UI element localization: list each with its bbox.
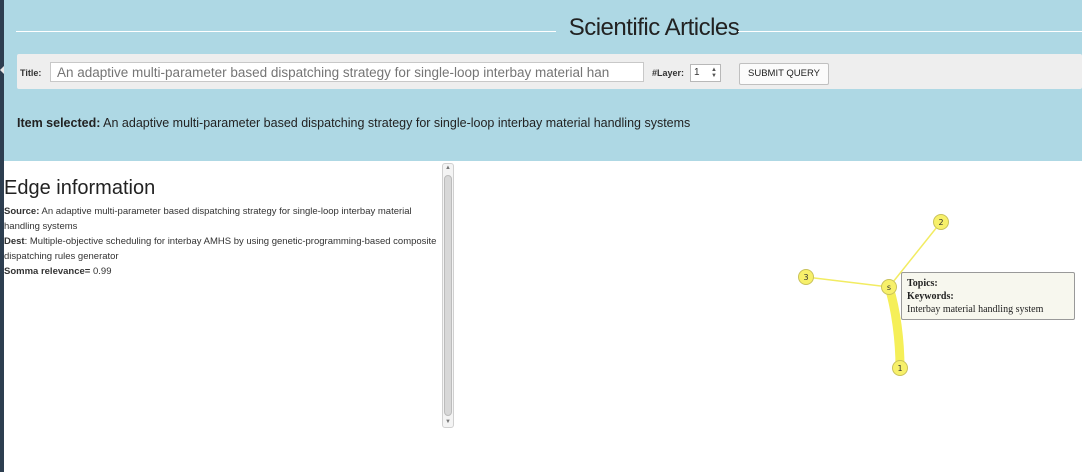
layer-stepper[interactable]: 1 ▲ ▼ (690, 64, 721, 82)
item-selected: Item selected: An adaptive multi-paramet… (17, 116, 690, 130)
dest-label: Dest (4, 236, 25, 247)
title-divider-left (16, 31, 556, 32)
edge-source: Source: An adaptive multi-parameter base… (4, 204, 440, 234)
item-selected-value: An adaptive multi-parameter based dispat… (103, 116, 691, 130)
graph-node-1[interactable]: 1 (892, 360, 908, 376)
edge-panel-scrollbar[interactable]: ▲ ▼ (442, 163, 454, 428)
source-value: An adaptive multi-parameter based dispat… (4, 206, 412, 232)
scroll-down-icon[interactable]: ▼ (445, 419, 451, 425)
query-form: Title: #Layer: 1 ▲ ▼ SUBMIT QUERY (17, 54, 1082, 89)
edge-information-panel: Edge information Source: An adaptive mul… (4, 165, 440, 279)
scroll-up-icon[interactable]: ▲ (445, 165, 451, 171)
layer-label: #Layer: (652, 68, 685, 78)
graph-node-2[interactable]: 2 (933, 214, 949, 230)
relevance-value: 0.99 (93, 266, 112, 277)
relevance-label: Somma relevance= (4, 266, 91, 277)
header-panel: Scientific Articles Title: #Layer: 1 ▲ ▼… (4, 0, 1082, 161)
source-label: Source: (4, 206, 40, 217)
graph-node-label: 1 (897, 364, 902, 373)
page-title: Scientific Articles (568, 14, 740, 41)
tooltip-keywords-value: Interbay material handling system (907, 304, 1044, 315)
title-input[interactable] (50, 62, 644, 82)
submit-query-button[interactable]: SUBMIT QUERY (739, 63, 829, 85)
tooltip-topics-label: Topics: (907, 278, 938, 289)
graph-node-s[interactable]: s (881, 279, 897, 295)
graph-edge-s-1[interactable] (884, 282, 905, 373)
graph-node-label: 3 (803, 273, 808, 282)
node-tooltip: Topics: Keywords: Interbay material hand… (901, 272, 1075, 320)
graph-node-3[interactable]: 3 (798, 269, 814, 285)
scroll-thumb[interactable] (444, 175, 452, 416)
dest-value: : Multiple-objective scheduling for inte… (4, 236, 437, 262)
graph-node-label: 2 (938, 218, 943, 227)
layer-value: 1 (694, 67, 700, 78)
edge-information-heading: Edge information (4, 177, 156, 199)
title-divider-right (738, 31, 1082, 32)
title-label: Title: (20, 68, 42, 78)
edge-dest: Dest: Multiple-objective scheduling for … (4, 234, 440, 264)
edge-relevance: Somma relevance= 0.99 (4, 264, 440, 279)
tooltip-keywords-label: Keywords: (907, 291, 954, 302)
item-selected-label: Item selected: (17, 116, 101, 130)
stepper-down-icon[interactable]: ▼ (711, 73, 717, 79)
graph-edge-s-3 (805, 276, 890, 288)
graph-node-label: s (887, 283, 891, 292)
